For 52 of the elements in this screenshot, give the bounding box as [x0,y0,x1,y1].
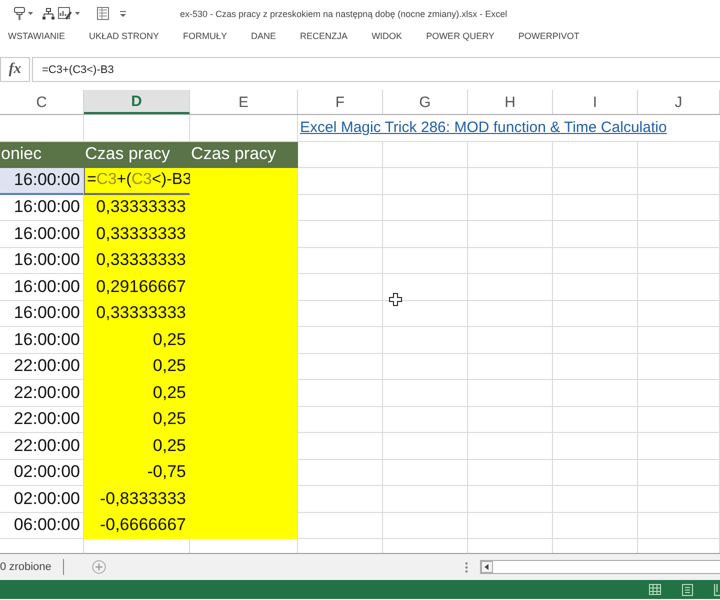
table-cell: 16:00:00 [0,168,84,194]
window-title: ex-530 - Czas pracy z przeskokiem na następną dobę (nocne zmiany).xlsx - Excel [180,8,508,18]
ribbon-tab[interactable]: UKŁAD STRONY [89,30,160,42]
horizontal-scrollbar[interactable] [480,560,720,574]
formula-field[interactable]: =C3+(C3<)-B3 [32,57,720,82]
page-break-icon[interactable] [714,584,720,596]
column-header[interactable]: H [468,90,553,114]
table-cell: -0,6666667 [84,512,190,539]
form-icon[interactable] [97,7,109,20]
column-heading: oniec [0,142,84,168]
cell-editor[interactable]: =C3+(C3<)-B3 [84,168,190,194]
ribbon-tab[interactable]: WSTAWIANIE [8,30,65,42]
column-header[interactable]: E [190,90,298,114]
scroll-left-icon[interactable] [481,561,493,573]
ribbon-tab[interactable]: POWER QUERY [426,30,494,42]
page-layout-icon[interactable] [682,584,693,596]
column-heading: Czas pracy [84,142,190,168]
ribbon-tab[interactable]: DANE [251,30,276,42]
ribbon-tab[interactable]: WIDOK [372,30,402,42]
sheet-tab[interactable]: 0 zrobione [0,560,52,574]
column-header[interactable]: D [84,90,190,114]
ribbon-tab[interactable]: FORMUŁY [183,30,228,42]
column-header[interactable]: I [553,90,638,114]
cell-cursor-icon [389,293,402,306]
insert-function-button[interactable]: fx [0,57,30,82]
column-header[interactable]: J [638,90,720,114]
table-cell: -0,8333333 [84,486,190,512]
table-cell: 0,25 [84,433,190,460]
ribbon-tab[interactable]: POWERPIVOT [518,30,580,42]
table-cell: 0,25 [84,354,190,380]
column-header[interactable]: F [298,90,383,114]
table-cell: 0,33333333 [84,300,190,327]
table-cell: 0,33333333 [84,248,190,274]
normal-view-icon[interactable] [649,584,661,595]
hyperlink[interactable]: Excel Magic Trick 286: MOD function & Time Calculatio [300,119,667,136]
table-cell: 0,25 [84,380,190,406]
ribbon-tab[interactable]: RECENZJA [300,30,348,42]
table-cell: -0,75 [84,460,190,486]
table-cell: 0,25 [84,406,190,433]
splitter-icon[interactable] [465,562,468,572]
caret-icon[interactable] [28,12,33,15]
caret-icon[interactable] [75,12,80,15]
column-heading: Czas pracy [190,142,298,168]
table-cell: 0,33333333 [84,221,190,248]
column-header[interactable]: G [383,90,468,114]
chart-pencil-icon[interactable] [58,7,72,20]
hierarchy-icon[interactable] [42,8,55,20]
table-cell: 0,33333333 [84,194,190,221]
paintbrush-icon[interactable] [14,7,25,20]
table-cell: 0,25 [84,327,190,354]
customize-icon[interactable] [120,10,126,16]
table-cell: 0,29166667 [84,274,190,300]
